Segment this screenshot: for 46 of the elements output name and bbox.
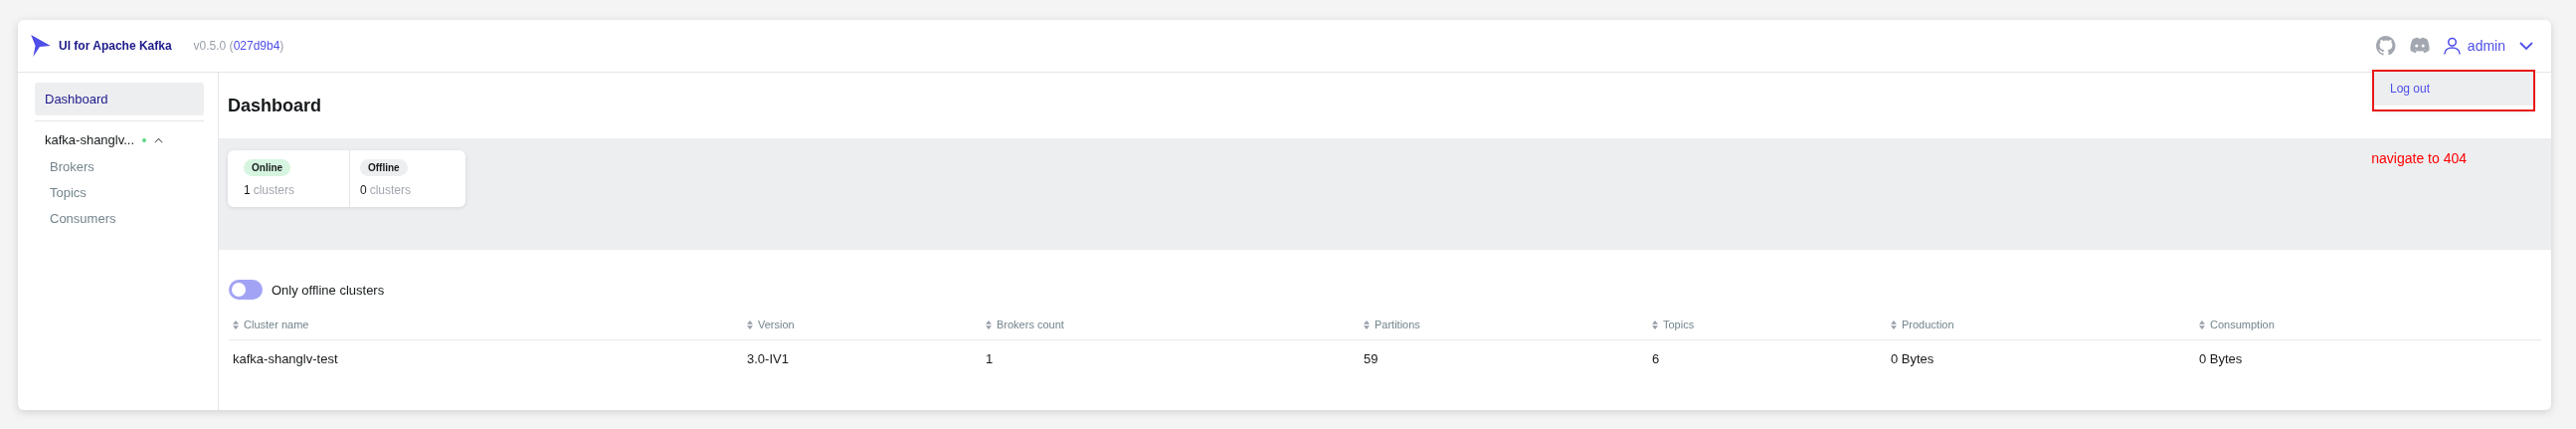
github-icon[interactable] bbox=[2374, 35, 2397, 57]
column-header[interactable]: Production bbox=[1902, 319, 1954, 330]
logo-icon bbox=[30, 34, 52, 58]
user-icon bbox=[2442, 36, 2462, 56]
table-cell: kafka-shanglv-test bbox=[233, 350, 338, 366]
chevron-icon[interactable] bbox=[154, 136, 164, 143]
column-header[interactable]: Brokers count bbox=[997, 319, 1064, 330]
user-menu-button[interactable]: admin bbox=[2442, 36, 2533, 56]
sidebar-subitem[interactable]: Brokers bbox=[35, 154, 204, 180]
sort-icon[interactable] bbox=[747, 320, 753, 329]
app-name[interactable]: UI for Apache Kafka bbox=[59, 39, 172, 53]
table-cell: 1 bbox=[986, 350, 994, 366]
table-cell: 6 bbox=[1652, 350, 1660, 366]
column-header[interactable]: Topics bbox=[1663, 319, 1695, 330]
sort-icon[interactable] bbox=[1891, 320, 1897, 329]
cluster-count: 1 bbox=[244, 183, 251, 197]
column-header[interactable]: Version bbox=[758, 319, 795, 330]
column-header[interactable]: Partitions bbox=[1375, 319, 1420, 330]
count-unit: clusters bbox=[369, 183, 412, 197]
sort-icon[interactable] bbox=[1652, 320, 1658, 329]
sidebar-subitem[interactable]: Topics bbox=[35, 180, 204, 206]
table-cell: 3.0-IV1 bbox=[747, 350, 789, 366]
commit-link[interactable]: 027d9b4 bbox=[233, 39, 280, 53]
sort-icon[interactable] bbox=[2199, 320, 2205, 329]
sort-icon[interactable] bbox=[233, 320, 239, 329]
sort-icon[interactable] bbox=[986, 320, 992, 329]
table-cell: 0 Bytes bbox=[1891, 350, 1934, 366]
cluster-name[interactable]: kafka-shanglv... bbox=[45, 132, 135, 147]
status-badge: Online bbox=[244, 159, 291, 176]
table-cell: 0 Bytes bbox=[2199, 350, 2243, 366]
column-header[interactable]: Consumption bbox=[2210, 319, 2275, 330]
toggle-label: Only offline clusters bbox=[272, 282, 385, 298]
toggle-switch[interactable] bbox=[229, 280, 263, 300]
count-unit: clusters bbox=[253, 183, 295, 197]
table-cell: 59 bbox=[1364, 350, 1379, 366]
chevron-down-icon bbox=[2519, 41, 2533, 51]
version-label: v0.5.0 (027d9b4) bbox=[193, 39, 284, 53]
sidebar-item[interactable]: Dashboard bbox=[35, 83, 204, 115]
status-badge: Offline bbox=[360, 159, 408, 176]
annotation-text: navigate to 404 bbox=[2371, 150, 2467, 166]
cluster-count: 0 bbox=[360, 183, 367, 197]
page-title: Dashboard bbox=[227, 94, 323, 117]
sidebar-subitem[interactable]: Consumers bbox=[35, 206, 204, 232]
sort-icon[interactable] bbox=[1364, 320, 1370, 329]
column-header[interactable]: Cluster name bbox=[244, 319, 309, 330]
menu-item[interactable]: Log out bbox=[2374, 72, 2533, 106]
